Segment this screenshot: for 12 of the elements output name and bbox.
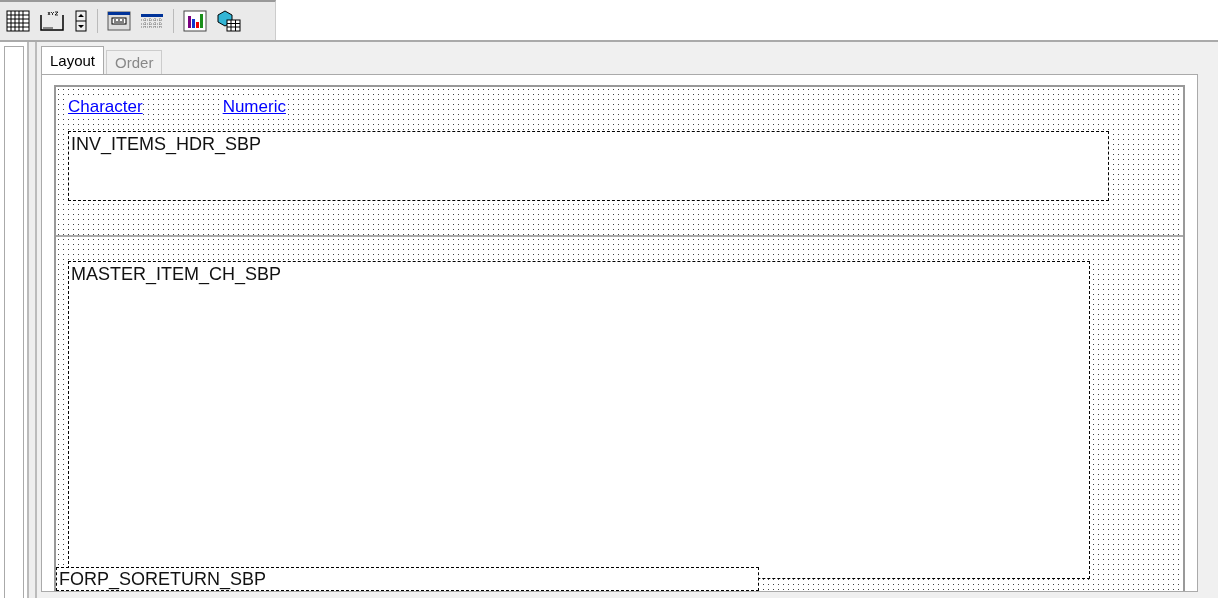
form-icon[interactable] <box>107 10 131 32</box>
band-title: INV_ITEMS_HDR_SBP <box>71 134 262 154</box>
column-link[interactable]: Numeric <box>222 97 286 117</box>
bar-chart-icon[interactable] <box>183 10 207 32</box>
label-icon[interactable] <box>39 10 65 32</box>
tab[interactable]: Layout <box>41 46 105 74</box>
band-title: FORP_SORETURN_SBP <box>59 569 267 589</box>
column-link[interactable]: Character <box>68 97 143 117</box>
database-table-icon[interactable] <box>216 9 242 33</box>
grid-icon[interactable] <box>6 10 30 32</box>
band-title: MASTER_ITEM_CH_SBP <box>71 264 282 284</box>
spinner-icon[interactable] <box>74 10 88 32</box>
